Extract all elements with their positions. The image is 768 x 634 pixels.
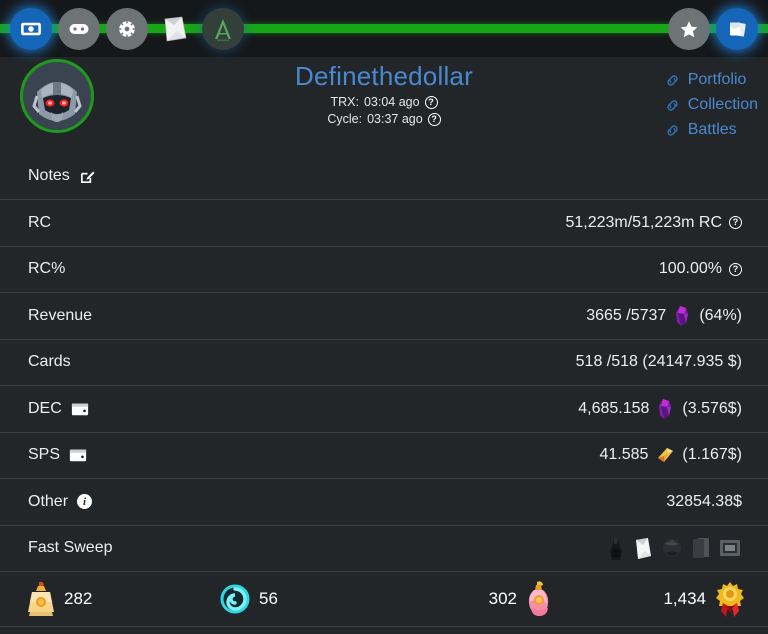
gold-medal-icon bbox=[714, 579, 746, 619]
soccer-ball-icon bbox=[116, 18, 138, 40]
trx-help-icon[interactable]: ? bbox=[425, 96, 438, 109]
info-icon[interactable]: i bbox=[77, 494, 92, 509]
row-cards: Cards 518 /518 (24147.935 $) bbox=[0, 340, 768, 387]
fast-sweep-icon-group bbox=[606, 535, 742, 561]
top-navigation-bar bbox=[0, 0, 768, 57]
card-stack-icon-button[interactable] bbox=[716, 8, 758, 50]
rc-label: RC bbox=[28, 214, 51, 232]
alpha-logo-icon-button[interactable] bbox=[202, 8, 244, 50]
alpha-logo-icon bbox=[208, 14, 238, 44]
gold-pouch-icon bbox=[26, 580, 56, 618]
other-label: Other bbox=[28, 493, 68, 511]
nav-right-group bbox=[668, 8, 768, 50]
gamepad-icon bbox=[67, 17, 91, 41]
notes-label: Notes bbox=[28, 167, 70, 185]
sps-value: 41.585 bbox=[599, 446, 648, 464]
quicklink-label: Portfolio bbox=[688, 71, 747, 89]
link-icon bbox=[664, 122, 681, 139]
total-teal-spiral: 56 bbox=[193, 583, 386, 615]
cards-label: Cards bbox=[28, 353, 71, 371]
dec-value: 4,685.158 bbox=[578, 400, 649, 418]
row-notes[interactable]: Notes bbox=[0, 153, 768, 200]
row-fast-sweep: Fast Sweep bbox=[0, 526, 768, 573]
quicklink-battles[interactable]: Battles bbox=[664, 121, 737, 139]
wallet-icon[interactable] bbox=[69, 447, 87, 463]
total-value: 282 bbox=[64, 589, 92, 609]
row-sps: SPS 41.585 (1.167$) bbox=[0, 433, 768, 480]
soccer-ball-icon-button[interactable] bbox=[106, 8, 148, 50]
dec-label: DEC bbox=[28, 400, 62, 418]
dec-crystal-icon bbox=[673, 305, 692, 327]
cycle-label: Cycle: bbox=[327, 112, 362, 126]
revenue-label: Revenue bbox=[28, 307, 92, 325]
quicklink-portfolio[interactable]: Portfolio bbox=[664, 71, 747, 89]
dec-suffix: (3.576$) bbox=[682, 400, 742, 418]
link-icon bbox=[664, 97, 681, 114]
quicklink-label: Battles bbox=[688, 121, 737, 139]
gamepad-icon-button[interactable] bbox=[58, 8, 100, 50]
card-stack-icon bbox=[725, 17, 749, 41]
card-stack-icon[interactable] bbox=[690, 535, 712, 561]
total-gold-pouch: 282 bbox=[0, 580, 193, 618]
trx-label: TRX: bbox=[330, 95, 358, 109]
dark-orb-icon[interactable] bbox=[660, 535, 684, 561]
revenue-value: 3665 /5737 bbox=[586, 307, 666, 325]
fast-sweep-label: Fast Sweep bbox=[28, 539, 112, 557]
sps-crystal-icon bbox=[655, 445, 675, 465]
row-rc-percent: RC% 100.00% ? bbox=[0, 247, 768, 294]
wallet-icon[interactable] bbox=[71, 401, 89, 417]
quicklink-collection[interactable]: Collection bbox=[664, 96, 758, 114]
robot-avatar-icon bbox=[23, 62, 91, 130]
total-gold-medal: 1,434 bbox=[579, 579, 768, 619]
row-revenue: Revenue 3665 /5737 (64%) bbox=[0, 293, 768, 340]
stats-list: Notes RC 51,223m/51,223m RC ? RC% 100.00… bbox=[0, 153, 768, 572]
total-value: 56 bbox=[259, 589, 278, 609]
row-dec: DEC 4,685.158 (3.576$) bbox=[0, 386, 768, 433]
dark-potion-icon[interactable] bbox=[606, 535, 626, 561]
quick-links: Portfolio Collection Battles bbox=[664, 71, 758, 139]
framed-card-icon[interactable] bbox=[718, 535, 742, 561]
link-icon bbox=[664, 72, 681, 89]
dec-crystal-icon bbox=[656, 398, 675, 420]
rc-value: 51,223m/51,223m RC bbox=[565, 214, 722, 232]
edit-pencil-icon[interactable] bbox=[79, 168, 96, 185]
card-pack-icon bbox=[158, 12, 192, 46]
cycle-value: 03:37 ago bbox=[367, 112, 423, 126]
cycle-help-icon[interactable]: ? bbox=[428, 113, 441, 126]
nav-left-group bbox=[0, 8, 244, 50]
rc-percent-help-icon[interactable]: ? bbox=[729, 263, 742, 276]
total-value: 302 bbox=[489, 589, 517, 609]
totals-row: 282 56 302 1,434 bbox=[0, 572, 768, 627]
avatar[interactable] bbox=[20, 59, 94, 133]
total-pink-potion: 302 bbox=[386, 580, 579, 618]
total-value: 1,434 bbox=[663, 589, 706, 609]
page-title: Definethedollar bbox=[0, 61, 768, 92]
other-value: 32854.38$ bbox=[666, 493, 742, 511]
star-icon-button[interactable] bbox=[668, 8, 710, 50]
money-icon-button[interactable] bbox=[10, 8, 52, 50]
cycle-timestamp-line: Cycle: 03:37 ago ? bbox=[0, 112, 768, 126]
cards-value: 518 /518 (24147.935 $) bbox=[576, 353, 742, 371]
profile-header: Definethedollar TRX: 03:04 ago ? Cycle: … bbox=[0, 57, 768, 153]
card-pack-icon-button[interactable] bbox=[154, 8, 196, 50]
pink-potion-icon bbox=[525, 580, 553, 618]
white-card-icon[interactable] bbox=[632, 535, 654, 561]
rc-percent-value: 100.00% bbox=[659, 260, 722, 278]
money-icon bbox=[20, 18, 42, 40]
rc-percent-label: RC% bbox=[28, 260, 65, 278]
sps-suffix: (1.167$) bbox=[682, 446, 742, 464]
trx-value: 03:04 ago bbox=[364, 95, 420, 109]
row-other: Other i 32854.38$ bbox=[0, 479, 768, 526]
trx-timestamp-line: TRX: 03:04 ago ? bbox=[0, 95, 768, 109]
rc-help-icon[interactable]: ? bbox=[729, 216, 742, 229]
star-icon bbox=[678, 18, 700, 40]
revenue-suffix: (64%) bbox=[699, 307, 742, 325]
sps-label: SPS bbox=[28, 446, 60, 464]
teal-spiral-icon bbox=[219, 583, 251, 615]
row-rc: RC 51,223m/51,223m RC ? bbox=[0, 200, 768, 247]
quicklink-label: Collection bbox=[688, 96, 758, 114]
